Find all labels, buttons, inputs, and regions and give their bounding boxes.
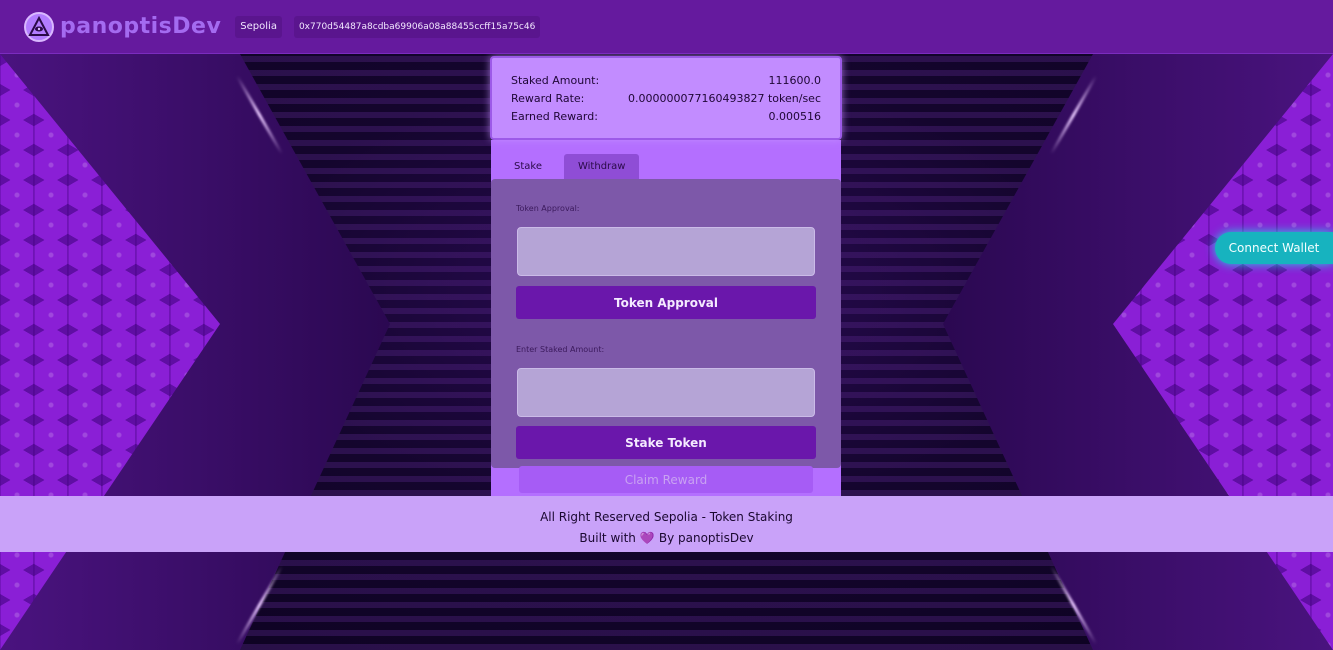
brand-name[interactable]: panoptisDev [60,14,221,39]
staking-panel: Stake Withdraw Token Approval: Token App… [491,140,841,496]
earned-reward-value: 0.000516 [768,110,822,123]
heart-icon: 💜 [639,531,655,545]
stake-token-button[interactable]: Stake Token [516,426,816,459]
staked-amount-value: 111600.0 [768,74,822,87]
stake-form: Token Approval: Token Approval Enter Sta… [491,179,841,468]
wallet-address[interactable]: 0x770d54487a8cdba69906a08a88455ccff15a75… [293,15,541,38]
top-navbar: panoptisDev Sepolia 0x770d54487a8cdba699… [0,0,1333,54]
reward-rate-row: Reward Rate: 0.000000077160493827 token/… [511,90,821,108]
footer-credit: Built with 💜 By panoptisDev [0,531,1333,545]
stake-amount-input[interactable] [517,368,815,417]
token-approval-button[interactable]: Token Approval [516,286,816,319]
staking-stats-card: Staked Amount: 111600.0 Reward Rate: 0.0… [490,56,842,140]
reward-rate-value: 0.000000077160493827 token/sec [628,92,821,105]
tab-stake[interactable]: Stake [491,154,556,180]
connect-wallet-button[interactable]: Connect Wallet [1215,232,1333,264]
token-approval-label: Token Approval: [516,204,580,213]
reward-rate-label: Reward Rate: [511,92,585,105]
network-badge[interactable]: Sepolia [235,15,282,38]
author-text: By panoptisDev [658,531,754,545]
eye-logo-icon[interactable] [24,11,54,42]
built-with-text: Built with [579,531,636,545]
staked-amount-row: Staked Amount: 111600.0 [511,72,821,90]
footer-copyright: All Right Reserved Sepolia - Token Staki… [540,510,793,524]
tab-bar: Stake Withdraw [491,154,640,180]
earned-reward-label: Earned Reward: [511,110,598,123]
tab-withdraw[interactable]: Withdraw [563,154,640,180]
page-footer: All Right Reserved Sepolia - Token Staki… [0,496,1333,552]
claim-reward-button[interactable]: Claim Reward [519,466,813,493]
stake-amount-label: Enter Staked Amount: [516,345,605,354]
earned-reward-row: Earned Reward: 0.000516 [511,108,821,126]
staked-amount-label: Staked Amount: [511,74,600,87]
token-approval-input[interactable] [517,227,815,276]
